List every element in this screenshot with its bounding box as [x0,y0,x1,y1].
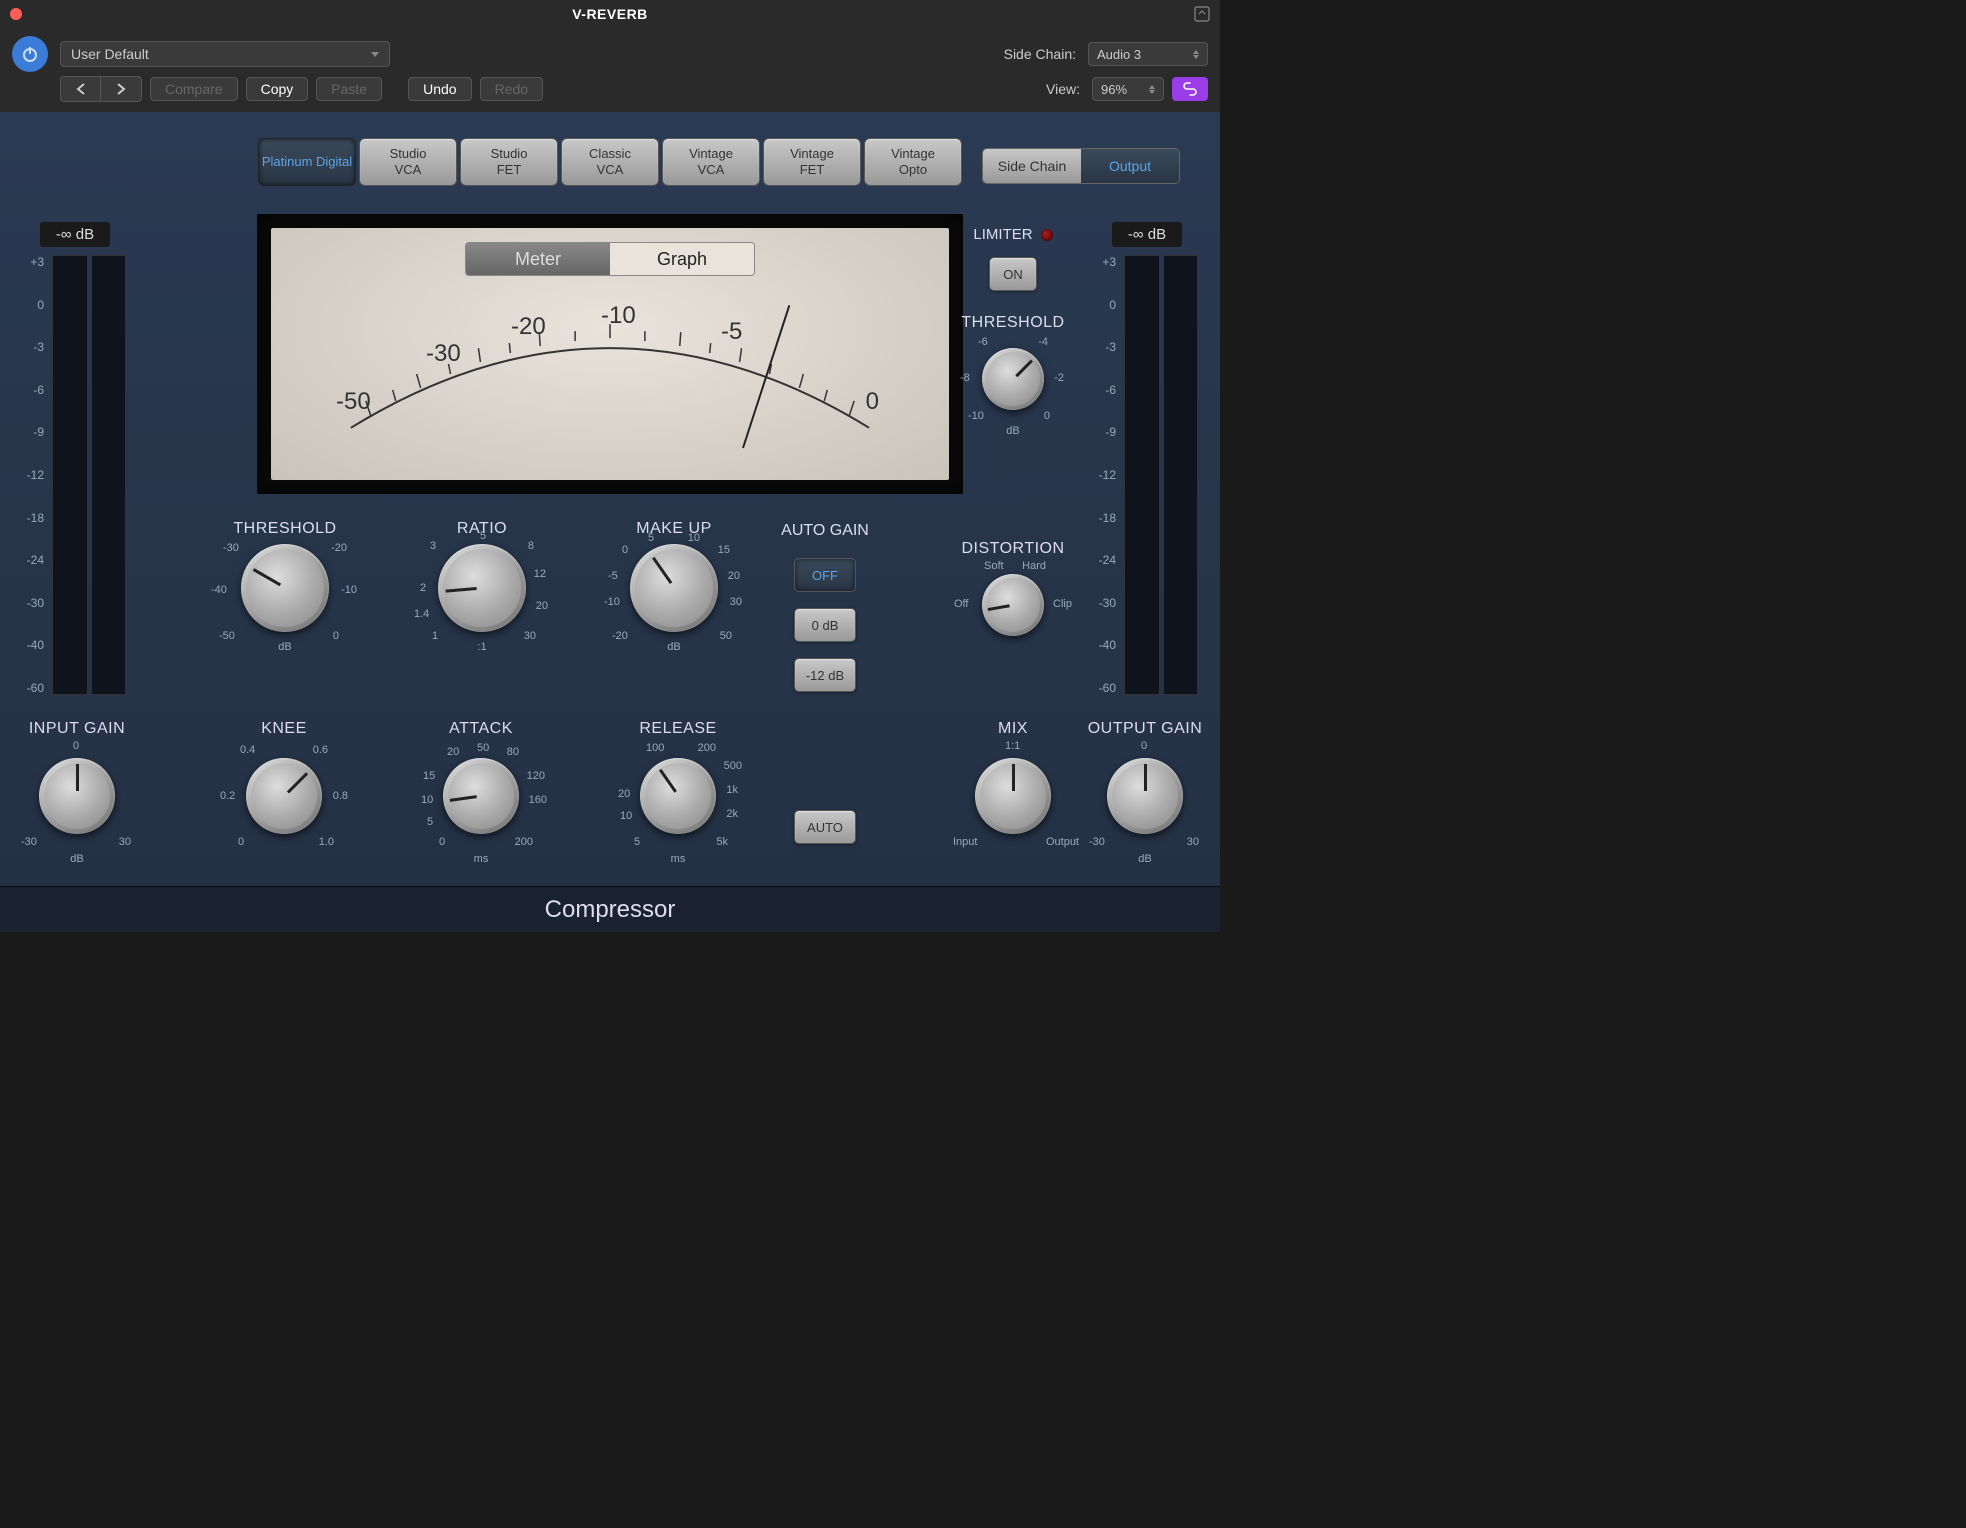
autogain-off-button[interactable]: OFF [794,558,856,592]
toolbar-row-1: User Default Side Chain: Audio 3 [0,28,1220,76]
input-meter-value: -∞ dB [40,222,110,247]
sidechain-label: Side Chain: [1004,46,1076,62]
plugin-footer: Compressor [0,886,1220,932]
autogain-0db-button[interactable]: 0 dB [794,608,856,642]
attack-knob[interactable]: ATTACK 50 20 80 15 120 10 160 5 0 200 ms [396,720,566,865]
link-button[interactable] [1172,77,1208,101]
ratio-knob[interactable]: RATIO 5 3 8 2 12 1.4 20 1 30 :1 [392,520,572,653]
knee-knob[interactable]: KNEE 0.4 0.6 0.2 0.8 0 1.0 [204,720,364,839]
release-knob[interactable]: RELEASE 100 200 500 20 1k 10 2k 5 5k ms [588,720,768,865]
preset-prev-button[interactable] [61,77,101,101]
graph-mode-button[interactable]: Graph [610,243,754,275]
close-button[interactable] [10,8,22,20]
updown-icon [1193,50,1199,59]
zoom-select[interactable]: 96% [1092,77,1164,101]
undo-button[interactable]: Undo [408,77,471,101]
output-tab[interactable]: Output [1081,149,1179,183]
updown-icon [1149,85,1155,94]
sidechain-tab[interactable]: Side Chain [983,149,1081,183]
model-tab-vintage-fet[interactable]: Vintage FET [763,138,861,186]
model-tab-platinum-digital[interactable]: Platinum Digital [258,138,356,186]
limiter-threshold-knob[interactable]: THRESHOLD -6 -4 -8 -2 -10 0 dB [938,314,1088,437]
autogain-neg12-button[interactable]: -12 dB [794,658,856,692]
sidechain-select[interactable]: Audio 3 [1088,42,1208,66]
sidechain-output-toggle: Side Chain Output [982,148,1180,184]
meter-graph-toggle: Meter Graph [465,242,755,276]
model-tabs: Platinum Digital Studio VCA Studio FET C… [258,138,962,186]
preset-value: User Default [71,46,149,62]
preset-next-button[interactable] [101,77,141,101]
input-gain-knob[interactable]: INPUT GAIN 0 -30 30 dB [12,720,142,865]
compare-button[interactable]: Compare [150,77,238,101]
power-button[interactable] [12,36,48,72]
output-gain-knob[interactable]: OUTPUT GAIN 0 -30 30 dB [1080,720,1210,865]
release-auto-group: AUTO [780,810,870,844]
limiter-led [1041,229,1053,241]
input-meter: -∞ dB +30-3-6-9-12-18-24-30-40-60 [20,222,130,695]
makeup-knob[interactable]: MAKE UP 5 10 0 15 -5 20 -10 30 -20 50 dB [584,520,764,653]
expand-icon[interactable] [1194,6,1210,22]
distortion-knob[interactable]: DISTORTION Soft Hard Off Clip [938,540,1088,641]
window-title: V-REVERB [572,6,648,22]
limiter-section: LIMITER ON [948,226,1078,291]
model-tab-studio-fet[interactable]: Studio FET [460,138,558,186]
sidechain-value: Audio 3 [1097,47,1141,62]
chevron-down-icon [371,52,379,57]
redo-button[interactable]: Redo [480,77,543,101]
model-tab-classic-vca[interactable]: Classic VCA [561,138,659,186]
plugin-body: Platinum Digital Studio VCA Studio FET C… [0,112,1220,932]
input-meter-scale: +30-3-6-9-12-18-24-30-40-60 [20,255,48,695]
paste-button[interactable]: Paste [316,77,382,101]
meter-mode-button[interactable]: Meter [466,243,610,275]
model-tab-studio-vca[interactable]: Studio VCA [359,138,457,186]
titlebar: V-REVERB [0,0,1220,28]
view-label: View: [1046,81,1080,97]
mix-knob[interactable]: MIX 1:1 Input Output [938,720,1088,839]
limiter-on-button[interactable]: ON [989,257,1037,291]
preset-nav [60,76,142,102]
model-tab-vintage-vca[interactable]: Vintage VCA [662,138,760,186]
copy-button[interactable]: Copy [246,77,309,101]
output-meter: -∞ dB +30-3-6-9-12-18-24-30-40-60 [1092,222,1202,695]
model-tab-vintage-opto[interactable]: Vintage Opto [864,138,962,186]
auto-gain-group: AUTO GAIN OFF 0 dB -12 dB [780,522,870,692]
output-meter-scale: +30-3-6-9-12-18-24-30-40-60 [1092,255,1120,695]
toolbar-row-2: Compare Copy Paste Undo Redo View: 96% [0,76,1220,112]
release-auto-button[interactable]: AUTO [794,810,856,844]
threshold-knob[interactable]: THRESHOLD -30 -20 -40 -10 -50 0 dB [195,520,375,653]
zoom-value: 96% [1101,82,1127,97]
preset-select[interactable]: User Default [60,41,390,67]
output-meter-value: -∞ dB [1112,222,1182,247]
vu-meter: Meter Graph [257,214,963,494]
